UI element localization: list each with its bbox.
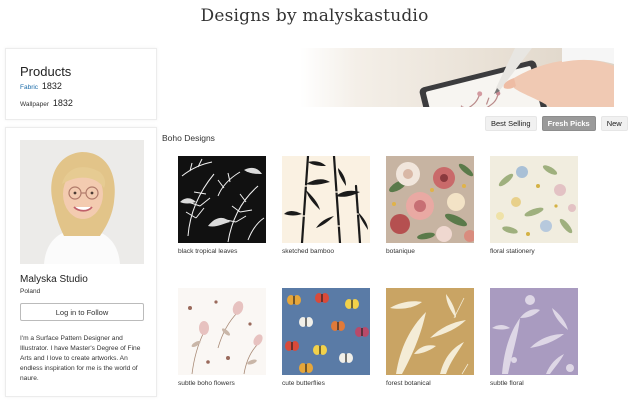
design-card-cute-butterflies[interactable]: cute butterflies — [282, 288, 370, 387]
wallpaper-count[interactable]: Wallpaper 1832 — [20, 98, 73, 108]
design-thumbnail[interactable] — [282, 156, 370, 243]
design-thumbnail[interactable] — [490, 288, 578, 375]
designer-avatar — [20, 140, 144, 264]
design-thumbnail[interactable] — [386, 156, 474, 243]
design-title[interactable]: forest botanical — [386, 380, 474, 387]
design-title[interactable]: subtle boho flowers — [178, 380, 266, 387]
fabric-link[interactable]: Fabric — [20, 84, 38, 91]
design-title[interactable]: black tropical leaves — [178, 248, 266, 255]
fabric-count[interactable]: Fabric 1832 — [20, 81, 62, 91]
design-title[interactable]: floral stationery — [490, 248, 578, 255]
design-thumbnail[interactable] — [282, 288, 370, 375]
sort-fresh-picks[interactable]: Fresh Picks — [541, 116, 596, 131]
follow-button[interactable]: Log in to Follow — [20, 303, 144, 321]
design-card-subtle-floral[interactable]: subtle floral — [490, 288, 578, 387]
products-card: Products Fabric 1832 Wallpaper 1832 — [5, 48, 157, 120]
sort-tabs: Best Selling Fresh Picks New — [485, 116, 628, 131]
design-card-black-tropical-leaves[interactable]: black tropical leaves — [178, 156, 266, 255]
sort-best-selling[interactable]: Best Selling — [485, 116, 537, 131]
designer-bio: I'm a Surface Pattern Designer and Illus… — [20, 335, 141, 382]
design-card-forest-botanical[interactable]: forest botanical — [386, 288, 474, 387]
page-title: Designs by malyskastudio — [200, 6, 429, 26]
wallpaper-count-value: 1832 — [52, 98, 73, 108]
wallpaper-link[interactable]: Wallpaper — [20, 101, 49, 108]
design-card-subtle-boho-flowers[interactable]: subtle boho flowers — [178, 288, 266, 387]
design-thumbnail[interactable] — [490, 156, 578, 243]
design-title[interactable]: cute butterflies — [282, 380, 370, 387]
designer-name[interactable]: Malyska Studio — [20, 274, 88, 285]
design-card-botanique[interactable]: botanique — [386, 156, 474, 255]
design-card-floral-stationery[interactable]: floral stationery — [490, 156, 578, 255]
fabric-count-value: 1832 — [41, 81, 62, 91]
products-title: Products — [20, 64, 72, 79]
design-title[interactable]: sketched bamboo — [282, 248, 370, 255]
design-title[interactable]: botanique — [386, 248, 474, 255]
designer-profile-card: Malyska Studio Poland Log in to Follow I… — [5, 127, 157, 397]
design-thumbnail[interactable] — [386, 288, 474, 375]
design-thumbnail[interactable] — [178, 288, 266, 375]
design-thumbnail[interactable] — [178, 156, 266, 243]
designer-location: Poland — [20, 288, 41, 295]
collection-title: Boho Designs — [162, 133, 215, 143]
sort-new[interactable]: New — [600, 116, 628, 131]
design-title[interactable]: subtle floral — [490, 380, 578, 387]
design-card-sketched-bamboo[interactable]: sketched bamboo — [282, 156, 370, 255]
shop-banner-image — [300, 48, 614, 107]
